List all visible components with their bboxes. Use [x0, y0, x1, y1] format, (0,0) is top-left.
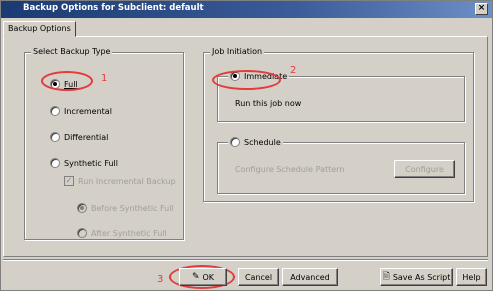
- annotation-circle-full: [41, 71, 93, 91]
- footer-separator: [3, 259, 488, 261]
- radio-schedule-label: Schedule: [244, 137, 281, 147]
- radio-synthetic-full[interactable]: Synthetic Full: [50, 158, 118, 168]
- schedule-box: Schedule Configure Schedule Pattern Conf…: [217, 137, 465, 194]
- radio-after-synthetic-full-label: After Synthetic Full: [91, 228, 167, 238]
- immediate-description: Run this job now: [235, 99, 302, 108]
- radio-synthetic-full-label: Synthetic Full: [64, 158, 118, 168]
- annotation-number-1: 1: [101, 73, 108, 84]
- radio-incremental-dot[interactable]: [50, 106, 60, 116]
- radio-after-synthetic-full[interactable]: After Synthetic Full: [77, 228, 167, 238]
- help-button[interactable]: Help: [456, 268, 487, 286]
- ok-button[interactable]: ✎ OK: [179, 268, 227, 286]
- close-button[interactable]: ×: [475, 3, 488, 15]
- annotation-number-3: 3: [157, 274, 164, 285]
- radio-schedule[interactable]: Schedule: [228, 137, 283, 147]
- ok-icon: ✎: [191, 272, 200, 282]
- radio-differential-label: Differential: [64, 132, 109, 142]
- check-mark-icon: ✓: [64, 176, 74, 186]
- run-incremental-checkbox[interactable]: ✓ Run Incremental Backup: [64, 176, 176, 186]
- radio-schedule-dot[interactable]: [230, 137, 240, 147]
- save-as-script-button[interactable]: 🗎 Save As Script: [380, 268, 453, 286]
- run-incremental-label: Run Incremental Backup: [78, 176, 176, 186]
- cancel-button[interactable]: Cancel: [238, 268, 279, 286]
- backup-options-dialog: Backup Options for Subclient: default × …: [0, 0, 493, 291]
- configure-button[interactable]: Configure: [394, 160, 455, 178]
- title-bar: Backup Options for Subclient: default ×: [1, 1, 492, 18]
- advanced-button[interactable]: Advanced: [282, 268, 338, 286]
- radio-synthetic-full-dot[interactable]: [50, 158, 60, 168]
- job-initiation-group-label: Job Initiation: [210, 47, 265, 56]
- annotation-circle-immediate: [212, 70, 281, 90]
- save-as-script-label: Save As Script: [392, 272, 451, 282]
- radio-after-synthetic-full-dot[interactable]: [77, 228, 87, 238]
- ok-button-label: OK: [202, 272, 215, 282]
- backup-type-group-label: Select Backup Type: [31, 47, 113, 56]
- radio-before-synthetic-full-label: Before Synthetic Full: [91, 203, 174, 213]
- radio-before-synthetic-full[interactable]: Before Synthetic Full: [77, 203, 174, 213]
- window-title: Backup Options for Subclient: default: [23, 3, 204, 13]
- script-icon: 🗎: [382, 272, 390, 282]
- radio-incremental-label: Incremental: [64, 106, 112, 116]
- radio-differential-dot[interactable]: [50, 132, 60, 142]
- annotation-number-2: 2: [290, 65, 297, 76]
- tab-panel: Select Backup Type Full Incremental Diff…: [3, 36, 488, 257]
- radio-before-synthetic-full-dot[interactable]: [77, 203, 87, 213]
- schedule-pattern-label: Configure Schedule Pattern: [235, 165, 345, 174]
- radio-differential[interactable]: Differential: [50, 132, 108, 142]
- radio-incremental[interactable]: Incremental: [50, 106, 112, 116]
- tab-backup-options[interactable]: Backup Options: [3, 21, 76, 37]
